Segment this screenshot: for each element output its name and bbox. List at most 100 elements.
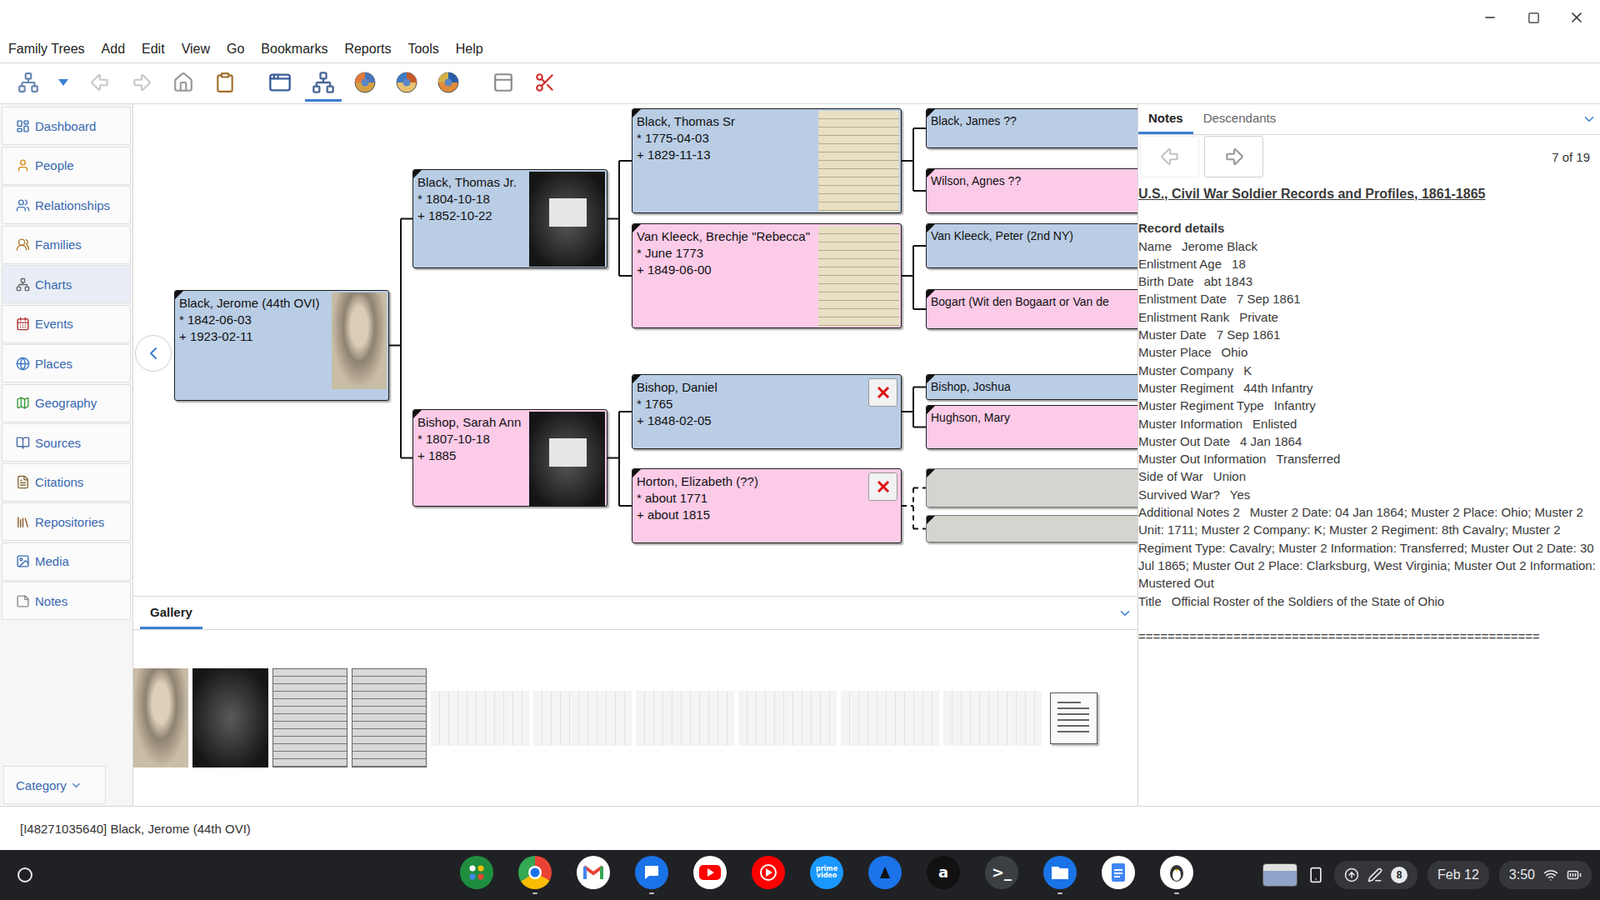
shelf-app[interactable] — [635, 855, 669, 895]
sidebar-item[interactable]: People — [1, 146, 131, 185]
person-birth: * 1765 — [636, 395, 900, 413]
person-box[interactable] — [925, 468, 1138, 508]
gallery-thumbnail[interactable] — [133, 668, 189, 768]
gallery-tab[interactable]: Gallery — [140, 596, 203, 630]
close-button[interactable] — [1565, 5, 1589, 30]
shelf-app[interactable] — [518, 855, 552, 895]
minimize-button[interactable] — [1478, 5, 1502, 30]
person-box[interactable]: Black, Thomas Jr.* 1804-10-18+ 1852-10-2… — [412, 169, 608, 269]
person-box[interactable] — [925, 515, 1138, 543]
toolbar-button[interactable] — [81, 65, 119, 102]
toolbar-button[interactable] — [53, 65, 74, 102]
shelf-app[interactable] — [1101, 855, 1135, 895]
screen-capture-thumbnail[interactable] — [1262, 863, 1298, 887]
toolbar-button[interactable] — [10, 65, 47, 102]
sidebar-item[interactable]: Citations — [1, 463, 131, 502]
shelf-app[interactable] — [751, 855, 785, 895]
panel-tab[interactable]: Descendants — [1193, 104, 1287, 135]
menu-item[interactable]: View — [175, 38, 217, 60]
sidebar-item[interactable]: Sources — [1, 423, 131, 462]
menu-item[interactable]: Go — [220, 38, 251, 60]
time-pill[interactable]: 3:50 — [1499, 860, 1592, 890]
shelf-app[interactable] — [868, 855, 902, 895]
toolbar-button[interactable] — [165, 65, 202, 102]
date-pill[interactable]: Feb 12 — [1427, 860, 1490, 890]
gallery-thumbnail[interactable] — [840, 690, 940, 746]
category-dropdown[interactable]: Category — [3, 765, 106, 805]
chevron-down-icon[interactable] — [1581, 111, 1597, 127]
previous-note-button[interactable] — [1140, 135, 1200, 178]
sidebar-item[interactable]: Dashboard — [1, 106, 131, 145]
chevron-down-icon[interactable] — [1117, 605, 1133, 621]
field-value: 7 Sep 1861 — [1216, 327, 1281, 342]
person-box[interactable]: Bogart (Wit den Bogaart or Van de — [925, 289, 1138, 330]
shelf-app[interactable] — [460, 855, 494, 895]
person-box[interactable]: Bishop, Daniel* 1765+ 1848-02-05 — [631, 374, 902, 450]
gallery-thumbnail[interactable] — [351, 668, 427, 768]
person-box[interactable]: Bishop, Joshua — [925, 374, 1138, 400]
title-bar — [0, 0, 1600, 35]
gallery-thumbnail[interactable] — [1050, 692, 1098, 745]
field-key: Title — [1138, 594, 1162, 609]
menu-item[interactable]: Help — [449, 38, 490, 60]
toolbar-button[interactable] — [346, 65, 384, 102]
gallery-thumbnail[interactable] — [192, 668, 269, 768]
person-box[interactable]: Bishop, Sarah Ann* 1807-10-18+ 1885 — [412, 409, 608, 507]
note-title-link[interactable]: U.S., Civil War Soldier Records and Prof… — [1138, 185, 1600, 203]
shelf-app[interactable] — [576, 855, 610, 895]
gallery-thumbnail[interactable] — [272, 668, 348, 768]
maximize-button[interactable] — [1521, 5, 1545, 30]
shelf-app[interactable] — [1160, 855, 1194, 895]
toolbar-button[interactable] — [123, 65, 160, 102]
next-note-button[interactable] — [1204, 135, 1264, 178]
sidebar-item[interactable]: Repositories — [1, 502, 131, 541]
toolbar-button[interactable] — [526, 65, 564, 102]
menu-item[interactable]: Bookmarks — [254, 38, 335, 60]
menu-item[interactable]: Tools — [400, 38, 445, 60]
red-x-icon — [876, 385, 890, 400]
launcher-button[interactable] — [11, 861, 39, 889]
back-generation-button[interactable] — [135, 335, 172, 372]
sidebar-item[interactable]: Charts — [1, 265, 131, 304]
person-info: Horton, Elizabeth (??)* about 1771+ abou… — [636, 473, 900, 539]
gallery-thumbnail[interactable] — [635, 690, 735, 746]
toolbar-button[interactable] — [430, 65, 467, 102]
sidebar-item[interactable]: Notes — [1, 581, 131, 620]
gallery-thumbnail[interactable] — [533, 690, 632, 746]
person-box[interactable]: Black, Thomas Sr* 1775-04-03+ 1829-11-13 — [631, 108, 902, 214]
sidebar-item[interactable]: Geography — [1, 384, 131, 423]
person-box[interactable]: Hughson, Mary — [925, 405, 1138, 450]
menu-item[interactable]: Edit — [135, 38, 172, 60]
panel-tab[interactable]: Notes — [1138, 104, 1194, 135]
sidebar-item[interactable]: Media — [1, 542, 131, 581]
shelf-app[interactable] — [1043, 855, 1077, 895]
menu-item[interactable]: Reports — [337, 38, 398, 60]
shelf-app[interactable]: prime video — [810, 855, 844, 895]
toolbar-button[interactable] — [261, 65, 299, 102]
sidebar-item[interactable]: Places — [1, 344, 131, 383]
menu-item[interactable]: Add — [95, 38, 132, 60]
sidebar-item[interactable]: Relationships — [1, 185, 131, 225]
sidebar-item[interactable]: Events — [1, 305, 131, 344]
person-box[interactable]: Black, James ?? — [925, 108, 1138, 149]
person-death: + 1829-11-13 — [636, 146, 819, 164]
toolbar-button[interactable] — [206, 65, 244, 102]
shelf-app[interactable]: a — [926, 855, 960, 895]
person-box[interactable]: Horton, Elizabeth (??)* about 1771+ abou… — [631, 468, 902, 544]
toolbar-button[interactable] — [388, 65, 425, 102]
gallery-thumbnail[interactable] — [430, 690, 530, 746]
shelf-app[interactable]: >_ — [985, 855, 1019, 895]
person-box[interactable]: Wilson, Agnes ?? — [925, 168, 1138, 214]
person-box[interactable]: Black, Jerome (44th OVI)* 1842-06-03+ 19… — [174, 290, 390, 401]
sidebar-item[interactable]: Families — [1, 225, 131, 265]
toolbar-button[interactable] — [305, 65, 342, 102]
person-box[interactable]: Van Kleeck, Peter (2nd NY) — [925, 223, 1138, 269]
notification-pill[interactable]: 8 — [1334, 860, 1418, 890]
shelf-app[interactable] — [693, 855, 727, 895]
menu-item[interactable]: Family Trees — [1, 38, 92, 60]
gallery-thumbnail[interactable] — [738, 690, 837, 746]
person-box[interactable]: Van Kleeck, Brechje "Rebecca"* June 1773… — [631, 223, 902, 329]
toolbar-button[interactable] — [485, 65, 522, 102]
phone-icon[interactable] — [1307, 866, 1325, 884]
gallery-thumbnail[interactable] — [943, 690, 1042, 746]
